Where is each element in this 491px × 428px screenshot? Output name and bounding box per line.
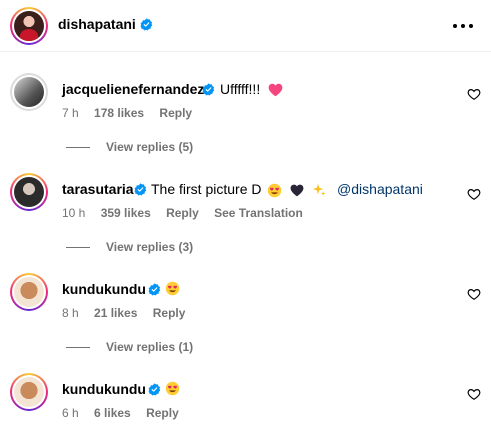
comment-avatar-ring[interactable] — [10, 273, 48, 311]
verified-icon — [148, 383, 161, 396]
see-translation-button[interactable]: See Translation — [214, 206, 303, 220]
heart-eyes-icon — [267, 183, 282, 198]
like-heart-icon[interactable] — [467, 387, 481, 401]
comment-time: 10 h — [62, 206, 86, 220]
comment-likes[interactable]: 21 likes — [94, 306, 137, 320]
comment-avatar[interactable] — [14, 177, 44, 207]
comment-likes[interactable]: 178 likes — [94, 106, 144, 120]
comment-meta: 8 h 21 likes Reply — [62, 306, 197, 320]
comment-time: 7 h — [62, 106, 79, 120]
like-heart-icon[interactable] — [467, 287, 481, 301]
comment-username[interactable]: kundukundu — [62, 281, 146, 297]
view-replies-button[interactable]: View replies (5) — [66, 140, 193, 154]
sparkles-icon — [312, 183, 326, 196]
view-replies-button[interactable]: View replies (3) — [66, 240, 193, 254]
comment-avatar-ring[interactable] — [10, 373, 48, 411]
comment-username[interactable]: tarasutaria — [62, 181, 134, 197]
post-header: dishapatani — [0, 0, 491, 52]
reply-button[interactable]: Reply — [146, 406, 179, 420]
view-replies-button[interactable]: View replies (1) — [66, 340, 193, 354]
comment-avatar-ring[interactable] — [10, 73, 48, 111]
verified-icon — [148, 283, 161, 296]
more-horizontal-icon[interactable] — [453, 16, 475, 36]
verified-icon — [134, 183, 147, 196]
comment-username[interactable]: jacquelienefernandez — [62, 81, 204, 97]
heart-eyes-icon — [165, 381, 180, 396]
reply-button[interactable]: Reply — [159, 106, 192, 120]
comment-avatar-ring[interactable] — [10, 173, 48, 211]
comment-meta: 10 h 359 likes Reply See Translation — [62, 206, 315, 220]
comment-avatar[interactable] — [14, 77, 44, 107]
comment-time: 8 h — [62, 306, 79, 320]
black-heart-icon — [290, 184, 304, 197]
pink-heart-icon — [268, 84, 283, 97]
author-avatar-ring[interactable] — [10, 7, 48, 45]
comment-username[interactable]: kundukundu — [62, 381, 146, 397]
mention-link[interactable]: @dishapatani — [337, 181, 423, 197]
author-avatar[interactable] — [14, 11, 44, 41]
like-heart-icon[interactable] — [467, 87, 481, 101]
comment-likes[interactable]: 6 likes — [94, 406, 131, 420]
comment-likes[interactable]: 359 likes — [101, 206, 151, 220]
heart-eyes-icon — [165, 281, 180, 296]
reply-button[interactable]: Reply — [153, 306, 186, 320]
author-username[interactable]: dishapatani — [58, 16, 136, 32]
comment-text: Ufffff!!! — [220, 81, 283, 97]
comment-avatar[interactable] — [14, 377, 44, 407]
comment-time: 6 h — [62, 406, 79, 420]
like-heart-icon[interactable] — [467, 187, 481, 201]
comment-meta: 6 h 6 likes Reply — [62, 406, 191, 420]
comment-avatar[interactable] — [14, 277, 44, 307]
verified-icon — [202, 83, 215, 96]
comment-meta: 7 h 178 likes Reply — [62, 106, 204, 120]
reply-button[interactable]: Reply — [166, 206, 199, 220]
comment-text: The first picture D @dishapatani — [151, 181, 423, 198]
verified-icon — [140, 18, 153, 31]
